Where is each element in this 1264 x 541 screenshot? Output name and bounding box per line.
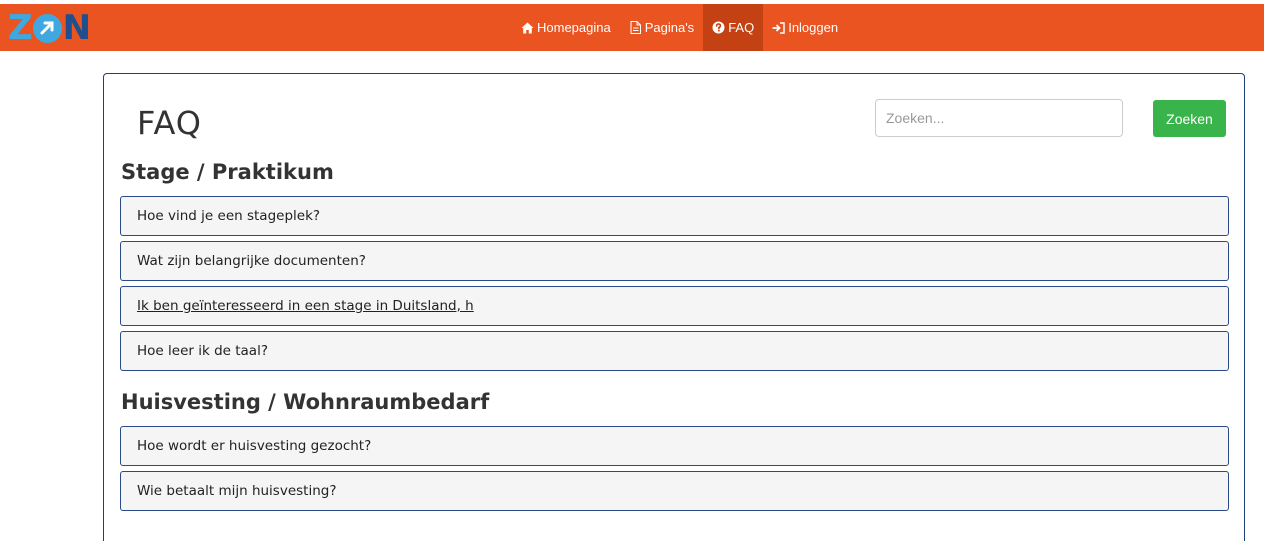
faq-question[interactable]: Hoe leer ik de taal? bbox=[120, 331, 1229, 371]
faq-question[interactable]: Wat zijn belangrijke documenten? bbox=[120, 241, 1229, 281]
main-nav: Homepagina Pagina's FAQ Inloggen bbox=[512, 4, 847, 51]
faq-list-stage: Hoe vind je een stageplek? Wat zijn bela… bbox=[120, 196, 1229, 376]
search-button[interactable]: Zoeken bbox=[1153, 100, 1226, 137]
zon-logo[interactable]: Z N bbox=[8, 8, 91, 48]
faq-question[interactable]: Hoe wordt er huisvesting gezocht? bbox=[120, 426, 1229, 466]
sign-in-icon bbox=[772, 21, 785, 34]
nav-item-label: FAQ bbox=[728, 20, 755, 35]
nav-item-label: Homepagina bbox=[537, 20, 611, 35]
nav-item-inloggen[interactable]: Inloggen bbox=[763, 4, 847, 51]
faq-panel: FAQ Zoeken Stage / Praktikum Hoe vind je… bbox=[103, 73, 1245, 541]
logo-arrow-icon bbox=[32, 13, 62, 43]
home-icon bbox=[521, 21, 534, 34]
section-title-huisvesting: Huisvesting / Wohnraumbedarf bbox=[121, 390, 490, 414]
nav-item-faq[interactable]: FAQ bbox=[703, 4, 764, 51]
faq-question[interactable]: Wie betaalt mijn huisvesting? bbox=[120, 471, 1229, 511]
faq-list-huisvesting: Hoe wordt er huisvesting gezocht? Wie be… bbox=[120, 426, 1229, 516]
search-input[interactable] bbox=[875, 99, 1123, 137]
file-icon bbox=[629, 21, 642, 34]
nav-item-label: Pagina's bbox=[644, 20, 695, 35]
question-circle-icon bbox=[712, 21, 725, 34]
nav-item-label: Inloggen bbox=[788, 20, 839, 35]
top-navbar: Z N Homepagina Pagina's FAQ Inloggen bbox=[0, 4, 1264, 51]
nav-item-homepagina[interactable]: Homepagina bbox=[512, 4, 620, 51]
faq-question[interactable]: Hoe vind je een stageplek? bbox=[120, 196, 1229, 236]
section-title-stage: Stage / Praktikum bbox=[121, 160, 334, 184]
nav-item-paginas[interactable]: Pagina's bbox=[620, 4, 703, 51]
faq-question[interactable]: Ik ben geïnteresseerd in een stage in Du… bbox=[120, 286, 1229, 326]
page-title: FAQ bbox=[137, 104, 202, 142]
